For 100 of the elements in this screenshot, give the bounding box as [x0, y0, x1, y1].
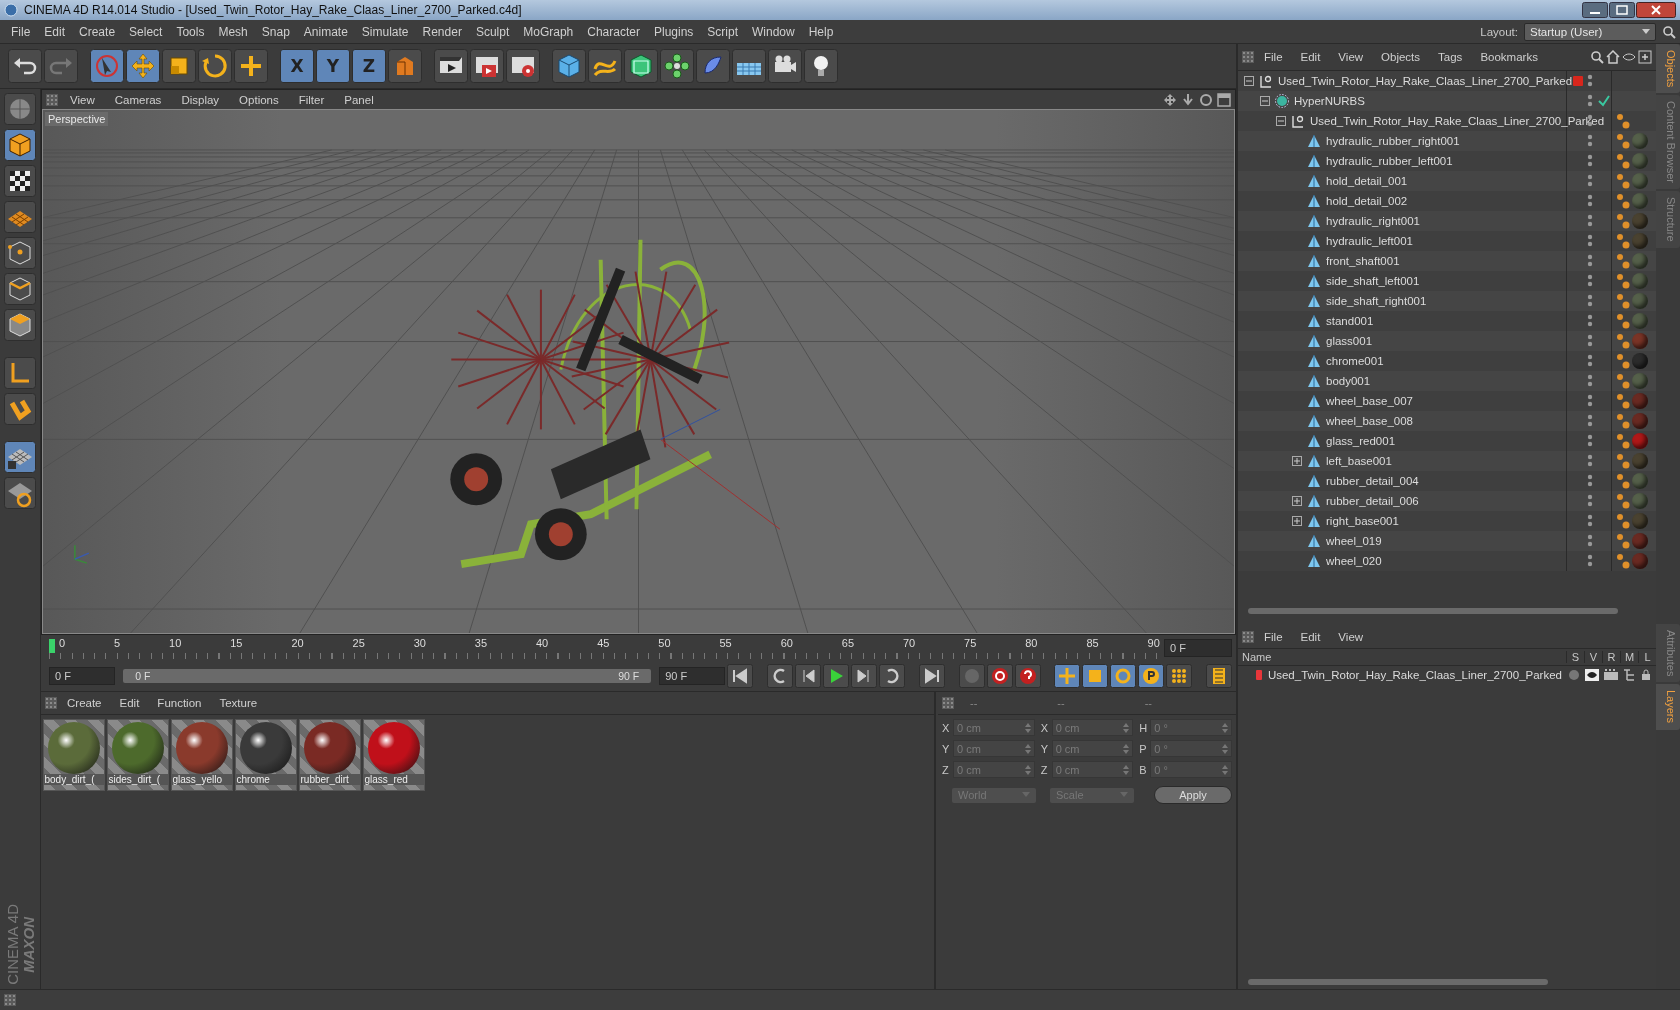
visibility-dots-icon[interactable] [1587, 174, 1593, 188]
layer-menu-item[interactable]: View [1330, 631, 1372, 643]
points-mode-icon[interactable] [4, 237, 36, 269]
material-swatch[interactable]: glass_red [363, 719, 425, 791]
material-tag[interactable] [1632, 433, 1648, 449]
visibility-dots-icon[interactable] [1587, 134, 1593, 148]
axis-mode-icon[interactable] [4, 357, 36, 389]
edges-mode-icon[interactable] [4, 273, 36, 305]
object-name[interactable]: rubber_detail_006 [1326, 495, 1419, 507]
visibility-dots-icon[interactable] [1587, 154, 1593, 168]
next-key-icon[interactable] [879, 664, 906, 688]
render-settings-icon[interactable] [506, 49, 540, 83]
viewport-menu-item[interactable]: View [62, 93, 103, 106]
material-tag[interactable] [1632, 293, 1648, 309]
timeline-ruler[interactable]: 0 5 10 15 20 25 30 35 40 45 50 55 60 65 70 75 80 85 90 [49, 637, 1160, 659]
material-tag[interactable] [1632, 273, 1648, 289]
move-tool-icon[interactable] [126, 49, 160, 83]
side-tab[interactable]: Objects [1656, 44, 1680, 94]
visibility-dots-icon[interactable] [1587, 234, 1593, 248]
object-name[interactable]: chrome001 [1326, 355, 1384, 367]
phong-tag-icon[interactable] [1616, 113, 1630, 129]
new-window-icon[interactable] [1638, 50, 1652, 64]
menu-item[interactable]: Mesh [211, 24, 255, 39]
autokey-icon[interactable] [986, 664, 1013, 688]
object-name[interactable]: hold_detail_001 [1326, 175, 1408, 187]
object-menu-item[interactable]: Tags [1430, 51, 1471, 63]
camera-icon[interactable] [768, 49, 802, 83]
polygons-mode-icon[interactable] [4, 309, 36, 341]
object-name[interactable]: wheel_base_008 [1326, 415, 1413, 427]
lock-icon[interactable] [1640, 669, 1652, 681]
viewport-menu-item[interactable]: Filter [290, 93, 333, 106]
object-name[interactable]: wheel_020 [1326, 555, 1382, 567]
visibility-dots-icon[interactable] [1587, 354, 1593, 368]
visibility-dots-icon[interactable] [1587, 74, 1593, 88]
phong-tag-icon[interactable] [1616, 393, 1630, 409]
phong-tag-icon[interactable] [1616, 233, 1630, 249]
layer-name[interactable]: Used_Twin_Rotor_Hay_Rake_Claas_Liner_2700_Parked [1267, 669, 1562, 681]
selection-tool-icon[interactable] [90, 49, 124, 83]
phong-tag-icon[interactable] [1616, 553, 1630, 569]
nurbs-icon[interactable] [624, 49, 658, 83]
viewport-menu-item[interactable]: Options [231, 93, 287, 106]
make-editable-icon[interactable] [4, 93, 36, 125]
phong-tag-icon[interactable] [1616, 173, 1630, 189]
material-tag[interactable] [1632, 253, 1648, 269]
axis-lock-button[interactable]: Z [352, 49, 386, 83]
object-name[interactable]: wheel_019 [1326, 535, 1382, 547]
layer-menu-item[interactable]: File [1256, 631, 1291, 643]
key-points-icon[interactable] [1166, 664, 1193, 688]
object-name[interactable]: side_shaft_right001 [1326, 295, 1427, 307]
phong-tag-icon[interactable] [1616, 533, 1630, 549]
key-parameter-icon[interactable] [1138, 664, 1165, 688]
phong-tag-icon[interactable] [1616, 453, 1630, 469]
object-name[interactable]: rubber_detail_004 [1326, 475, 1419, 487]
key-rotation-icon[interactable] [1110, 664, 1137, 688]
material-swatch[interactable]: chrome [235, 719, 297, 791]
scrollbar-thumb[interactable] [1248, 979, 1548, 985]
material-menu-item[interactable]: Create [59, 697, 110, 709]
coordinate-system-icon[interactable] [388, 49, 422, 83]
phong-tag-icon[interactable] [1616, 333, 1630, 349]
array-icon[interactable] [660, 49, 694, 83]
home-icon[interactable] [1606, 50, 1620, 64]
visibility-dots-icon[interactable] [1587, 274, 1593, 288]
object-name[interactable]: left_base001 [1326, 455, 1392, 467]
phong-tag-icon[interactable] [1616, 513, 1630, 529]
previous-key-icon[interactable] [767, 664, 794, 688]
material-tag[interactable] [1632, 193, 1648, 209]
maximize-icon[interactable] [1609, 2, 1635, 18]
menu-item[interactable]: Select [122, 24, 170, 39]
menu-item[interactable]: Window [745, 24, 802, 39]
axis-lock-button[interactable]: Y [316, 49, 350, 83]
phong-tag-icon[interactable] [1616, 213, 1630, 229]
object-menu-item[interactable]: Objects [1373, 51, 1429, 63]
object-name[interactable]: stand001 [1326, 315, 1374, 327]
visibility-dots-icon[interactable] [1587, 94, 1593, 108]
magnet-icon[interactable] [4, 393, 36, 425]
expand-icon[interactable] [1292, 496, 1302, 506]
menu-item[interactable]: Help [801, 24, 841, 39]
visibility-dots-icon[interactable] [1587, 334, 1593, 348]
phong-tag-icon[interactable] [1616, 253, 1630, 269]
menu-item[interactable]: Snap [254, 24, 297, 39]
visibility-dots-icon[interactable] [1587, 214, 1593, 228]
check-icon[interactable] [1598, 95, 1610, 107]
texture-mode-icon[interactable] [4, 165, 36, 197]
range-slider[interactable]: 0 F 90 F [123, 669, 652, 683]
minimize-icon[interactable] [1582, 2, 1608, 18]
render-view-icon[interactable] [434, 49, 468, 83]
visibility-dots-icon[interactable] [1587, 494, 1593, 508]
eye-icon[interactable] [1622, 50, 1636, 64]
phong-tag-icon[interactable] [1616, 153, 1630, 169]
object-name[interactable]: hydraulic_right001 [1326, 215, 1420, 227]
visibility-dots-icon[interactable] [1587, 554, 1593, 568]
object-menu-item[interactable]: Bookmarks [1472, 51, 1546, 63]
search-icon[interactable] [1662, 24, 1676, 39]
key-position-icon[interactable] [1054, 664, 1081, 688]
timeline-icon[interactable] [1206, 664, 1232, 688]
visibility-dots-icon[interactable] [1587, 254, 1593, 268]
phong-tag-icon[interactable] [1616, 313, 1630, 329]
material-tag[interactable] [1632, 133, 1648, 149]
viewport-menu-item[interactable]: Panel [336, 93, 382, 106]
solo-dot-icon[interactable] [1568, 669, 1580, 681]
